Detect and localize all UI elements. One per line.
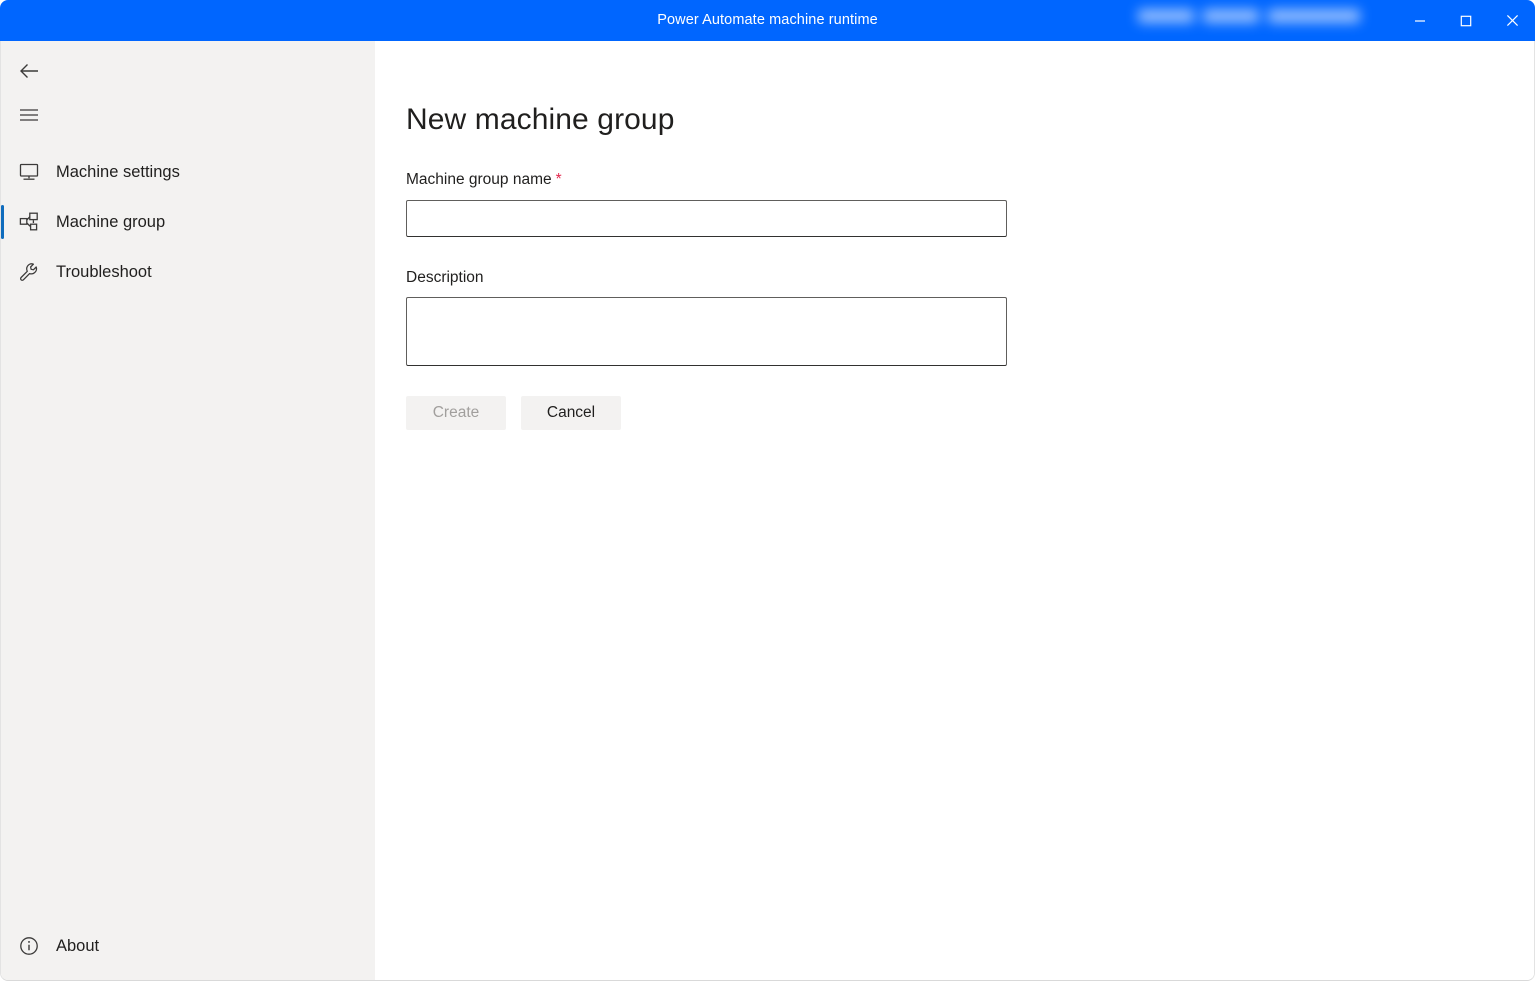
arrow-left-icon xyxy=(12,54,46,88)
info-circle-icon xyxy=(12,929,46,963)
page-title: New machine group xyxy=(406,103,675,136)
redacted-word xyxy=(1203,9,1259,23)
sidebar-item-label: Machine settings xyxy=(56,162,180,181)
window-title: Power Automate machine runtime xyxy=(657,12,878,29)
wrench-icon xyxy=(12,255,46,289)
sidebar-item-machine-settings[interactable]: Machine settings xyxy=(1,147,375,197)
redacted-word xyxy=(1268,9,1360,23)
form-actions: Create Cancel xyxy=(406,396,1534,430)
sidebar-item-machine-group[interactable]: Machine group xyxy=(1,197,375,247)
app-window: Power Automate machine runtime Machine s… xyxy=(0,0,1535,981)
sidebar-nav: Machine settings Machine group Troublesh… xyxy=(1,147,375,297)
sidebar-item-about[interactable]: About xyxy=(1,921,375,971)
hamburger-menu-button[interactable] xyxy=(1,93,375,137)
account-info-redacted xyxy=(1138,9,1360,23)
required-asterisk: * xyxy=(555,171,562,188)
minimize-button[interactable] xyxy=(1397,0,1443,41)
machine-group-icon xyxy=(12,205,46,239)
field-label: Description xyxy=(406,268,484,286)
sidebar-item-troubleshoot[interactable]: Troubleshoot xyxy=(1,247,375,297)
sidebar-item-label: Troubleshoot xyxy=(56,262,152,281)
description-textarea[interactable] xyxy=(406,297,1007,366)
maximize-button[interactable] xyxy=(1443,0,1489,41)
machine-group-name-input[interactable] xyxy=(406,199,1007,237)
sidebar-bottom: About xyxy=(1,921,375,980)
window-body: Machine settings Machine group Troublesh… xyxy=(0,41,1535,981)
title-bar[interactable]: Power Automate machine runtime xyxy=(0,0,1535,41)
main-content: New machine group Machine group name * De… xyxy=(375,41,1534,980)
window-controls xyxy=(1397,0,1535,41)
field-machine-group-name: Machine group name * xyxy=(406,171,1534,237)
redacted-word xyxy=(1138,9,1194,23)
create-button[interactable]: Create xyxy=(406,396,506,430)
field-label-text: Machine group name xyxy=(406,171,552,188)
field-description: Description xyxy=(406,268,1534,366)
close-button[interactable] xyxy=(1489,0,1535,41)
monitor-icon xyxy=(12,155,46,189)
sidebar: Machine settings Machine group Troublesh… xyxy=(1,41,375,980)
back-button[interactable] xyxy=(1,49,375,93)
hamburger-menu-icon xyxy=(12,98,46,132)
sidebar-top xyxy=(1,41,375,137)
field-label: Machine group name * xyxy=(406,172,562,188)
cancel-button[interactable]: Cancel xyxy=(521,396,621,430)
sidebar-item-label: Machine group xyxy=(56,212,166,231)
sidebar-item-label: About xyxy=(56,936,100,955)
